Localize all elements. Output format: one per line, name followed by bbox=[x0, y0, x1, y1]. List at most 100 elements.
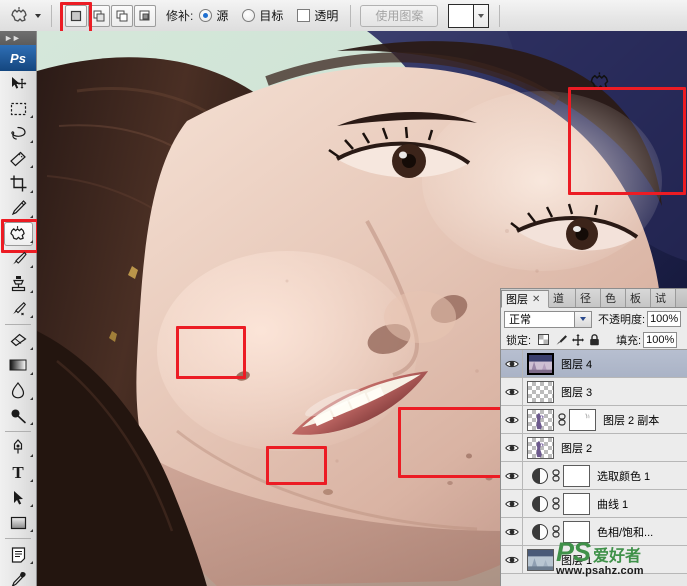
tool-type[interactable]: T bbox=[0, 460, 36, 485]
tool-eyedropper[interactable] bbox=[0, 567, 36, 586]
layer-visibility-toggle[interactable] bbox=[501, 462, 523, 489]
tool-crop[interactable] bbox=[0, 171, 36, 196]
mask-link-icon[interactable] bbox=[550, 497, 561, 510]
fill-input[interactable]: 100% bbox=[643, 332, 677, 348]
tool-rectangular-marquee[interactable] bbox=[0, 96, 36, 121]
checkbox-transparent[interactable]: 透明 bbox=[297, 7, 338, 24]
submenu-corner-icon bbox=[30, 529, 33, 532]
pattern-dropdown-button[interactable] bbox=[473, 5, 488, 27]
tab-channels-label: 道 bbox=[553, 290, 564, 306]
adjustment-layer-icon[interactable] bbox=[532, 524, 548, 540]
tool-magic-wand[interactable] bbox=[0, 146, 36, 171]
tool-eraser[interactable] bbox=[0, 328, 36, 353]
tab-paths[interactable]: 径 bbox=[576, 289, 601, 307]
new-selection-button[interactable] bbox=[65, 5, 87, 27]
layer-name: 图层 4 bbox=[561, 356, 592, 372]
layer-mask-thumbnail[interactable] bbox=[563, 493, 590, 515]
pattern-swatch-picker[interactable] bbox=[448, 4, 489, 28]
use-pattern-button[interactable]: 使用图案 bbox=[360, 5, 438, 27]
layer-thumbnail[interactable] bbox=[527, 549, 554, 571]
tab-channels[interactable]: 道 bbox=[549, 289, 576, 307]
blend-mode-select[interactable]: 正常 bbox=[504, 311, 592, 328]
tool-slice[interactable] bbox=[0, 196, 36, 221]
layer-thumbnail[interactable] bbox=[527, 437, 554, 459]
tab-layers-label: 图层 bbox=[506, 291, 528, 307]
opacity-input[interactable]: 100% bbox=[647, 311, 681, 327]
adjustment-layer-icon[interactable] bbox=[532, 468, 548, 484]
toolbar-collapse-handle[interactable]: ►► bbox=[0, 31, 36, 45]
tool-gradient[interactable] bbox=[0, 353, 36, 378]
eye-visibility-icon bbox=[505, 359, 519, 369]
table-row[interactable]: 图层 4 bbox=[501, 350, 687, 378]
mask-link-icon[interactable] bbox=[556, 413, 567, 426]
tool-brush[interactable] bbox=[0, 246, 36, 271]
radio-source[interactable]: 源 bbox=[199, 7, 228, 24]
lock-row: 锁定: bbox=[501, 330, 687, 350]
lock-image-pixels-button[interactable] bbox=[553, 333, 568, 347]
lock-transparent-pixels-button[interactable] bbox=[536, 333, 551, 347]
layer-thumbnail[interactable] bbox=[527, 381, 554, 403]
layer-visibility-toggle[interactable] bbox=[501, 546, 523, 573]
layer-visibility-toggle[interactable] bbox=[501, 434, 523, 461]
submenu-corner-icon bbox=[30, 422, 33, 425]
tool-patch[interactable] bbox=[0, 221, 36, 246]
mask-link-icon[interactable] bbox=[550, 525, 561, 538]
table-row[interactable]: 选取颜色 1 bbox=[501, 462, 687, 490]
adjustment-layer-icon[interactable] bbox=[532, 496, 548, 512]
tool-pen[interactable] bbox=[0, 435, 36, 460]
tool-preset-chevron-icon[interactable] bbox=[32, 3, 44, 29]
layers-panel: 图层 ✕ 道 径 色 板 试 正常 bbox=[500, 288, 687, 586]
toolbar-divider bbox=[5, 431, 31, 432]
pattern-swatch-preview bbox=[449, 5, 473, 27]
layer-visibility-toggle[interactable] bbox=[501, 378, 523, 405]
lock-position-button[interactable] bbox=[570, 333, 585, 347]
layer-mask-thumbnail[interactable] bbox=[569, 409, 596, 431]
panel-tab-bar: 图层 ✕ 道 径 色 板 试 bbox=[501, 289, 687, 308]
tool-move[interactable] bbox=[0, 71, 36, 96]
options-bar: 修补: 源 目标 透明 使用图案 bbox=[0, 0, 687, 32]
radio-destination[interactable]: 目标 bbox=[242, 7, 283, 24]
radio-destination-icon bbox=[242, 9, 255, 22]
subtract-selection-button[interactable] bbox=[111, 5, 133, 27]
tab-history[interactable]: 试 bbox=[651, 289, 676, 307]
submenu-corner-icon bbox=[30, 397, 33, 400]
blend-mode-dropdown-button[interactable] bbox=[574, 312, 591, 327]
close-x-icon[interactable]: ✕ bbox=[532, 294, 540, 305]
tool-clone-stamp[interactable] bbox=[0, 271, 36, 296]
layer-visibility-toggle[interactable] bbox=[501, 490, 523, 517]
layer-visibility-toggle[interactable] bbox=[501, 406, 523, 433]
lock-label: 锁定: bbox=[506, 332, 531, 348]
table-row[interactable]: 色相/饱和... bbox=[501, 518, 687, 546]
tool-dodge[interactable] bbox=[0, 403, 36, 428]
tool-rectangle-shape[interactable] bbox=[0, 510, 36, 535]
layer-mask-thumbnail[interactable] bbox=[563, 521, 590, 543]
mask-link-icon[interactable] bbox=[550, 469, 561, 482]
layer-mask-thumbnail[interactable] bbox=[563, 465, 590, 487]
table-row[interactable]: 曲线 1 bbox=[501, 490, 687, 518]
table-row[interactable]: 图层 1 bbox=[501, 546, 687, 574]
submenu-corner-icon bbox=[30, 240, 33, 243]
layer-name: 曲线 1 bbox=[597, 496, 628, 512]
tool-path-selection[interactable] bbox=[0, 485, 36, 510]
eye-visibility-icon bbox=[505, 499, 519, 509]
blend-mode-value: 正常 bbox=[505, 311, 574, 327]
tool-lasso[interactable] bbox=[0, 121, 36, 146]
tool-blur[interactable] bbox=[0, 378, 36, 403]
tab-color[interactable]: 色 bbox=[601, 289, 626, 307]
tool-notes[interactable] bbox=[0, 542, 36, 567]
layer-thumbnail[interactable] bbox=[527, 353, 554, 375]
tab-layers[interactable]: 图层 ✕ bbox=[501, 290, 549, 308]
table-row[interactable]: 图层 2 副本 bbox=[501, 406, 687, 434]
table-row[interactable]: 图层 2 bbox=[501, 434, 687, 462]
layer-thumbnail[interactable] bbox=[527, 409, 554, 431]
tab-styles[interactable]: 板 bbox=[626, 289, 651, 307]
layer-visibility-toggle[interactable] bbox=[501, 350, 523, 377]
tool-history-brush[interactable] bbox=[0, 296, 36, 321]
layer-visibility-toggle[interactable] bbox=[501, 518, 523, 545]
add-selection-button[interactable] bbox=[88, 5, 110, 27]
patch-tool-icon[interactable] bbox=[6, 3, 32, 29]
intersect-selection-button[interactable] bbox=[134, 5, 156, 27]
table-row[interactable]: 图层 3 bbox=[501, 378, 687, 406]
submenu-corner-icon bbox=[30, 215, 33, 218]
lock-all-button[interactable] bbox=[587, 333, 602, 347]
